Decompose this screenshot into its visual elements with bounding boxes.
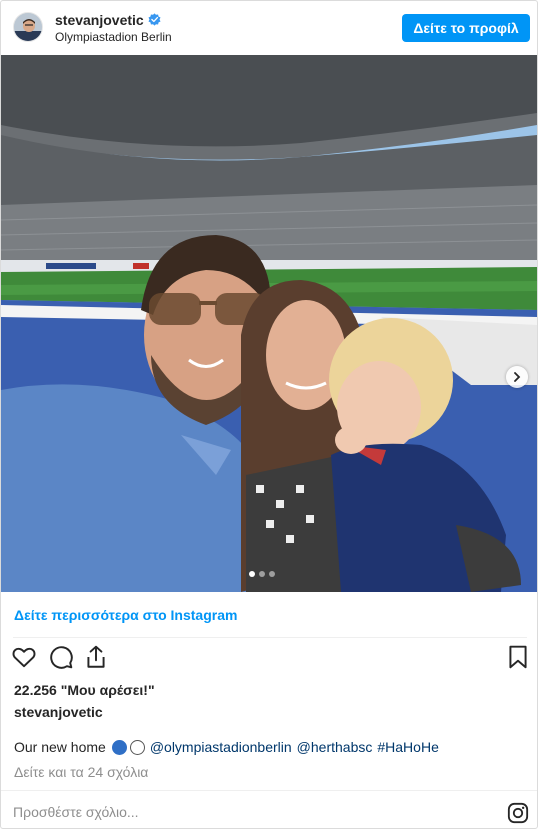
white-circle-emoji	[129, 739, 145, 755]
mention-herthabsc[interactable]: @herthabsc	[297, 739, 373, 755]
carousel-dot	[269, 571, 275, 577]
comment-icon[interactable]	[48, 644, 74, 670]
bookmark-icon[interactable]	[505, 644, 531, 670]
next-slide-button[interactable]	[506, 366, 528, 388]
post-header: stevanjovetic Olympiastadion Berlin Δείτ…	[1, 1, 537, 55]
selfie-stadium-image	[1, 55, 537, 592]
hashtag-link[interactable]: #HaHoHe	[377, 739, 438, 755]
username[interactable]: stevanjovetic	[55, 12, 144, 28]
carousel-dot	[259, 571, 265, 577]
verified-badge-icon	[148, 13, 161, 26]
heart-icon[interactable]	[11, 644, 37, 670]
carousel-dot	[249, 571, 255, 577]
chevron-right-icon	[512, 372, 522, 382]
instagram-logo-icon[interactable]	[507, 802, 529, 824]
caption: Our new home @olympiastadionberlin @hert…	[14, 739, 439, 755]
share-icon[interactable]	[83, 644, 109, 670]
comment-bar: Προσθέστε σχόλιο...	[1, 790, 537, 829]
caption-username[interactable]: stevanjovetic	[14, 704, 103, 720]
carousel-indicator	[249, 571, 275, 577]
action-bar	[11, 644, 529, 672]
view-more-on-instagram-link[interactable]: Δείτε περισσότερα στο Instagram	[14, 607, 237, 623]
location-link[interactable]: Olympiastadion Berlin	[55, 30, 172, 44]
mention-olympiastadionberlin[interactable]: @olympiastadionberlin	[150, 739, 292, 755]
blue-circle-emoji	[111, 739, 127, 755]
post-photo[interactable]	[1, 55, 537, 592]
likes-count[interactable]: 22.256 "Μου αρέσει!"	[14, 682, 155, 698]
view-profile-button[interactable]: Δείτε το προφίλ	[402, 14, 530, 42]
view-all-comments-link[interactable]: Δείτε και τα 24 σχόλια	[14, 764, 148, 780]
add-comment-input[interactable]: Προσθέστε σχόλιο...	[13, 804, 139, 820]
divider	[13, 637, 527, 638]
instagram-embed: stevanjovetic Olympiastadion Berlin Δείτ…	[0, 0, 538, 829]
avatar[interactable]	[13, 12, 43, 42]
caption-text: Our new home	[14, 739, 106, 755]
